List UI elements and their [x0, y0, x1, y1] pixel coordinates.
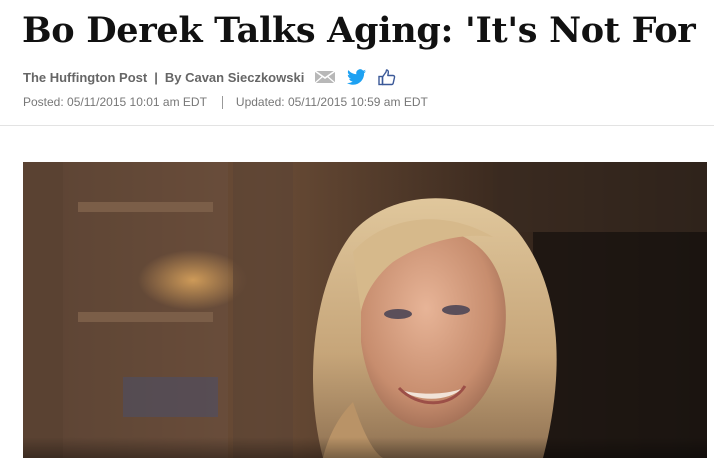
updated-timestamp: Updated: 05/11/2015 10:59 am EDT [235, 95, 428, 109]
header-divider [0, 125, 714, 126]
article-hero-image[interactable] [23, 162, 707, 458]
source-name[interactable]: The Huffington Post [23, 70, 147, 85]
hero-photo-illustration [23, 162, 707, 458]
mail-icon[interactable] [314, 69, 336, 85]
posted-timestamp: Posted: 05/11/2015 10:01 am EDT [23, 95, 207, 109]
facebook-like-icon[interactable] [378, 68, 396, 86]
timestamp-divider [221, 95, 223, 109]
article-timestamps: Posted: 05/11/2015 10:01 am EDT Updated:… [23, 93, 428, 111]
byline: The Huffington Post | By Cavan Sieczkows… [23, 67, 396, 87]
twitter-icon[interactable] [347, 69, 367, 85]
byline-separator: | [154, 69, 158, 85]
author-name[interactable]: By Cavan Sieczkowski [165, 70, 304, 85]
article-headline: Bo Derek Talks Aging: 'It's Not For [22, 10, 696, 51]
